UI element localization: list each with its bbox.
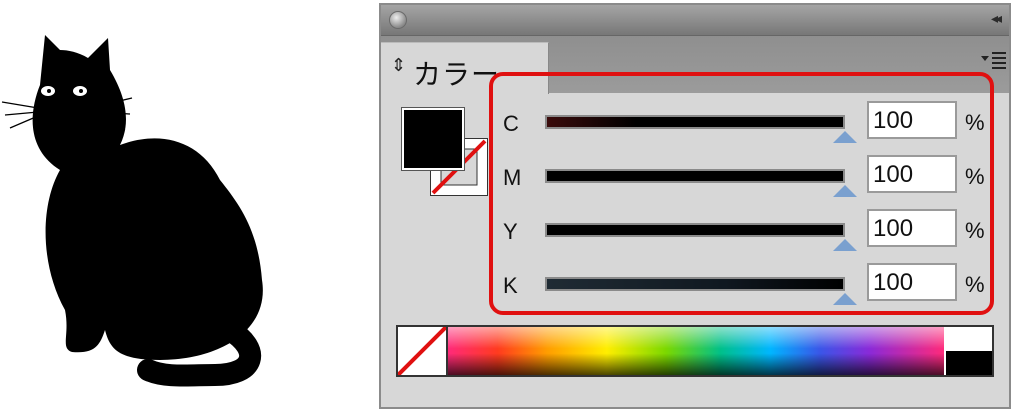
slider-thumb-m[interactable] [833, 185, 857, 197]
value-input-y[interactable]: 100 [867, 209, 957, 247]
tab-title: カラー [413, 59, 501, 90]
percent-unit: % [965, 218, 985, 243]
channel-label: Y [503, 219, 518, 244]
channel-label: K [503, 273, 518, 298]
percent-unit: % [965, 164, 985, 189]
row-y: Y 100 % [497, 209, 992, 255]
value-input-k[interactable]: 100 [867, 263, 957, 301]
row-c: C 100 % [497, 101, 992, 147]
white-black-swatch[interactable] [946, 327, 992, 375]
row-k: K 100 % [497, 263, 992, 309]
none-color-swatch[interactable] [396, 325, 448, 377]
panel-tabstrip: ⇕ カラー [381, 36, 1009, 94]
slider-track-y[interactable] [545, 223, 845, 237]
panel-titlebar: ◂◂ [381, 5, 1009, 36]
slider-thumb-c[interactable] [833, 131, 857, 143]
slider-track-m[interactable] [545, 169, 845, 183]
slider-thumb-y[interactable] [833, 239, 857, 251]
channel-label: C [503, 111, 519, 136]
tab-color[interactable]: ⇕ カラー [381, 42, 549, 94]
value-input-m[interactable]: 100 [867, 155, 957, 193]
panel-menu-icon[interactable] [981, 50, 1007, 72]
channel-label: M [503, 165, 522, 190]
percent-unit: % [965, 110, 985, 135]
updown-arrows-icon[interactable]: ⇕ [391, 56, 406, 74]
percent-unit: % [965, 272, 985, 297]
color-spectrum-bar [396, 325, 994, 377]
row-m: M 100 % [497, 155, 992, 201]
fill-stroke-swatches [401, 107, 492, 200]
value-input-c[interactable]: 100 [867, 101, 957, 139]
slider-track-c[interactable] [545, 115, 845, 129]
fill-swatch[interactable] [401, 107, 465, 171]
slider-track-k[interactable] [545, 277, 845, 291]
slider-thumb-k[interactable] [833, 293, 857, 305]
close-button[interactable] [389, 11, 407, 29]
collapse-icon[interactable]: ◂◂ [991, 10, 1002, 27]
cat-silhouette [1, 35, 263, 387]
none-slash-icon [396, 325, 448, 377]
spectrum-picker[interactable] [448, 327, 944, 375]
